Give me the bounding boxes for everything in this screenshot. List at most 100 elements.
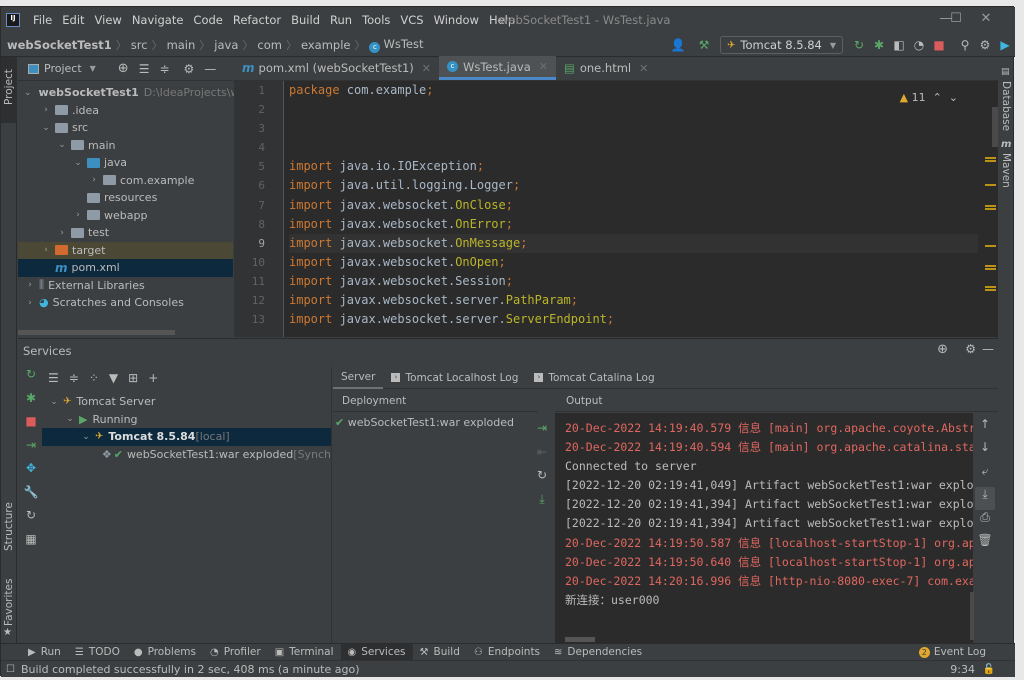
close-button[interactable]: ✕ [971,11,1001,26]
deployment-item[interactable]: ✔ webSocketTest1:war exploded [333,416,514,429]
maximize-button[interactable]: ☐ [941,11,971,26]
tree-item-websockettest1[interactable]: ⌄ webSocketTest1 D:\IdeaProjects\w [18,84,239,102]
tool-tab-build[interactable]: ⚒ Build [413,644,467,661]
code-line[interactable] [289,119,978,138]
maven-tool-button[interactable]: m Maven [998,139,1014,199]
status-message[interactable]: Build completed successfully in 2 sec, 4… [21,663,360,676]
chevron-down-icon[interactable]: ⌄ [72,158,84,168]
filter-icon[interactable]: ▼ [109,371,118,385]
search-icon[interactable]: ⚲ [955,38,975,52]
chevron-right-icon[interactable]: › [56,228,68,238]
tree-item-com-example[interactable]: › com.example [18,172,233,190]
menu-window[interactable]: Window [429,13,484,27]
chevron-down-icon[interactable]: ⌄ [40,123,52,133]
locate-icon[interactable]: ⊕ [937,342,948,357]
lock-icon[interactable]: 🔓 [983,664,995,675]
run-configuration-select[interactable]: ✈ Tomcat 8.5.84 ▼ [720,36,843,54]
project-view-select[interactable]: Project [44,62,82,75]
expand-all-icon[interactable]: ☰ [48,371,59,385]
code-line[interactable]: import javax.websocket.OnOpen; [289,253,978,272]
breadcrumb-item[interactable]: example [301,38,351,52]
hide-icon[interactable]: — [204,62,216,76]
scroll-to-end-icon[interactable]: ⤓ [975,486,995,511]
tree-item-test[interactable]: › test [18,224,233,242]
debug-icon[interactable]: ✱ [22,391,40,415]
vertical-scrollbar[interactable] [992,107,998,147]
close-tab-icon[interactable]: ✕ [422,62,431,75]
group-by-icon[interactable]: ⁘ [89,371,99,385]
tool-tab-problems[interactable]: ● Problems [127,644,203,661]
code-line[interactable] [289,138,978,157]
warning-marker[interactable] [985,160,996,162]
code-line[interactable]: package com.example; [289,81,978,100]
warning-marker[interactable] [985,286,996,288]
favorites-tool-button[interactable]: Favorites ★ [1,572,17,638]
menu-refactor[interactable]: Refactor [228,13,286,27]
console-output[interactable]: 20-Dec-2022 14:19:40.579 信息 [main] org.a… [555,413,973,643]
collapse-all-icon[interactable]: ≑ [159,62,169,76]
gear-icon[interactable]: ⚙ [184,62,195,76]
tree-item-scratches-and-consoles[interactable]: › ◕ Scratches and Consoles [18,294,233,312]
stop-icon[interactable]: ■ [22,414,40,438]
arrow-up-icon[interactable]: ↑ [975,417,995,440]
soft-wrap-icon[interactable]: ⤶ [975,464,995,487]
chevron-right-icon[interactable]: › [72,210,84,220]
chevron-right-icon[interactable]: › [24,298,36,308]
tree-item-webapp[interactable]: › webapp [18,207,233,225]
tree-item--idea[interactable]: › .idea [18,102,233,120]
breadcrumb-item[interactable]: c WsTest [369,37,423,53]
tool-tab-endpoints[interactable]: ⚇ Endpoints [467,644,547,661]
profile-icon[interactable]: ◔ [909,38,929,52]
refresh-icon[interactable]: ↻ [22,508,40,532]
console-horizontal-scrollbar[interactable] [565,637,595,642]
tree-item-target[interactable]: › target [18,241,233,259]
project-tool-button[interactable]: Project [1,57,17,123]
tree-item-src[interactable]: ⌄ src [18,119,233,137]
service-node[interactable]: ⌄ ▶ Running [42,411,331,429]
code-line[interactable]: import javax.websocket.server.PathParam; [289,291,978,310]
locate-icon[interactable]: ⊕ [118,61,129,76]
breadcrumb-item[interactable]: java [214,38,238,52]
warning-marker[interactable] [985,205,996,207]
tab-tomcat-catalina-log[interactable]: › Tomcat Catalina Log [526,367,662,389]
new-tab-icon[interactable]: ⊞ [128,371,138,385]
hide-icon[interactable]: — [982,342,994,356]
print-icon[interactable]: ⎙ [975,510,995,533]
vcs-user-icon[interactable]: 👤 [668,38,688,52]
services-group-icon[interactable]: ✥ [22,461,40,485]
tab-tomcat-localhost-log[interactable]: › Tomcat Localhost Log [383,367,526,389]
event-log-button[interactable]: 2 Event Log [912,644,993,661]
update-icon[interactable]: ⤓ [533,492,551,516]
warning-marker[interactable] [985,184,996,186]
service-node[interactable]: ⌄ ✈ Tomcat 8.5.84 [local] [42,428,331,446]
code-area[interactable]: package com.example; import java.io.IOExc… [289,81,978,337]
undeploy-icon[interactable]: ⇤ [533,445,551,469]
close-tab-icon[interactable]: ✕ [539,60,548,73]
menu-navigate[interactable]: Navigate [127,13,189,27]
coverage-icon[interactable]: ◧ [889,38,909,52]
add-service-icon[interactable]: + [148,371,158,385]
code-line[interactable]: import java.io.IOException; [289,157,978,176]
tool-tab-run[interactable]: ▶ Run [21,644,68,661]
rerun-icon[interactable]: ↻ [849,38,869,52]
code-line[interactable] [289,100,978,119]
chevron-down-icon[interactable]: ⌄ [48,397,60,407]
code-line[interactable]: import javax.websocket.OnError; [289,215,978,234]
breadcrumb-item[interactable]: webSocketTest1 [7,38,112,52]
database-tool-button[interactable]: ▤ Database [998,65,1014,131]
chevron-down-icon[interactable]: ⌄ [24,88,32,98]
rerun-icon[interactable]: ↻ [22,367,40,391]
deploy-icon[interactable]: ⇥ [533,421,551,445]
build-hammer-icon[interactable]: ⚒ [694,38,714,52]
warnings-indicator[interactable]: ▲ 11 ⌃ ⌄ [900,91,958,104]
wrench-icon[interactable]: 🔧 [22,485,40,509]
tree-item-resources[interactable]: resources [18,189,233,207]
chevron-right-icon[interactable]: › [24,280,36,290]
warning-marker[interactable] [985,265,996,267]
code-line[interactable]: import javax.websocket.OnClose; [289,196,978,215]
service-node[interactable]: ⌄ ✈ Tomcat Server [42,393,331,411]
tool-tab-profiler[interactable]: ◔ Profiler [203,644,268,661]
tree-item-java[interactable]: ⌄ java [18,154,233,172]
warning-marker[interactable] [985,157,996,159]
trash-icon[interactable]: 🗑 [975,533,995,556]
